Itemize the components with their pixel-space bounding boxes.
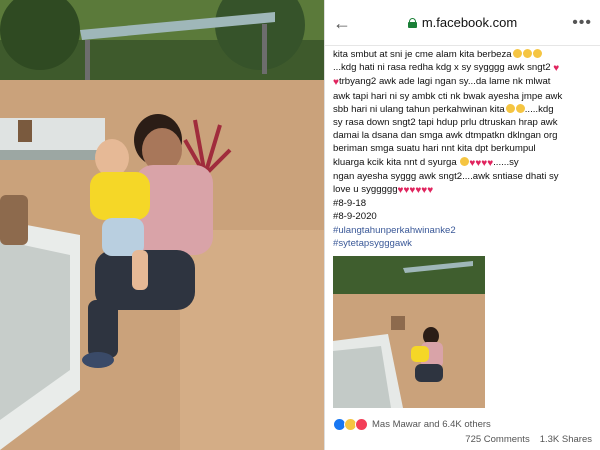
comments-count[interactable]: 725 Comments: [465, 434, 529, 445]
post-photo[interactable]: [333, 256, 485, 409]
post-body: kita smbut at sni je cme alam kita berbe…: [325, 46, 600, 250]
post-line: sbb hari ni ulang tahun perkahwinan kita…: [333, 103, 554, 115]
post-photo-scene: [333, 256, 485, 409]
heart-emoji-icon: ♥♥♥♥♥♥: [397, 185, 434, 197]
post-line: ♥trbyang2 awk ade lagi ngan sy...da lame…: [333, 76, 551, 89]
post-line: sy rasa down sngt2 tapi hdup prlu dtrusk…: [333, 117, 558, 129]
post-line: awk tapi hari ni sy ambk cti nk bwak aye…: [333, 90, 563, 102]
hashtag-link[interactable]: #ulangtahunperkahwinanke2: [333, 224, 592, 237]
post-line: ...kdg hati ni rasa redha kdg x sy syggg…: [333, 62, 560, 75]
sad-emoji-icon: [505, 103, 515, 113]
heart-emoji-icon: ♥: [553, 63, 560, 75]
sad-emoji-icon: [515, 103, 525, 113]
sad-emoji-icon: [512, 49, 522, 58]
url-text: m.facebook.com: [421, 15, 518, 30]
post-line: beriman smga suatu hari nnt kita dpt ber…: [333, 143, 536, 155]
arrow-left-icon[interactable]: ←: [333, 13, 353, 33]
post-line: kluarga kcik kita nnt d syurga ♥♥♥♥.....…: [333, 156, 519, 169]
lock-icon: [407, 17, 417, 28]
more-dots-icon[interactable]: •••: [572, 14, 592, 32]
main-photo: [0, 0, 324, 450]
post-stats: 725 Comments 1.3K Shares: [465, 434, 592, 445]
facebook-post-screenshot: ← m.facebook.com ••• kita smbut at sni j…: [324, 0, 600, 450]
love-icon: [355, 418, 368, 431]
post-line: ngan ayesha syggg awk sngt2....awk sntia…: [333, 170, 559, 182]
sad-emoji-icon: [522, 49, 532, 58]
post-line: kita smbut at sni je cme alam kita berbe…: [333, 48, 592, 61]
heart-emoji-icon: ♥♥♥♥: [469, 157, 494, 169]
sad-emoji-icon: [532, 49, 542, 58]
reaction-names: Mas Mawar and 6.4K others: [372, 419, 491, 430]
family-emoji-icon: [460, 156, 470, 166]
url-display[interactable]: m.facebook.com: [353, 15, 572, 30]
shares-count[interactable]: 1.3K Shares: [540, 434, 592, 445]
post-line: love u syggggg♥♥♥♥♥♥: [333, 184, 434, 197]
post-line: #8-9-2020: [333, 211, 377, 223]
reaction-summary[interactable]: Mas Mawar and 6.4K others: [333, 418, 491, 431]
post-line: #8-9-18: [333, 198, 367, 210]
post-line: damai la dsana dan smga awk dtmpatkn dkl…: [333, 130, 558, 142]
photo-scene: [0, 0, 324, 450]
hashtag-link[interactable]: #sytetapsygggawk: [333, 237, 592, 250]
browser-url-bar: ← m.facebook.com •••: [325, 0, 600, 46]
